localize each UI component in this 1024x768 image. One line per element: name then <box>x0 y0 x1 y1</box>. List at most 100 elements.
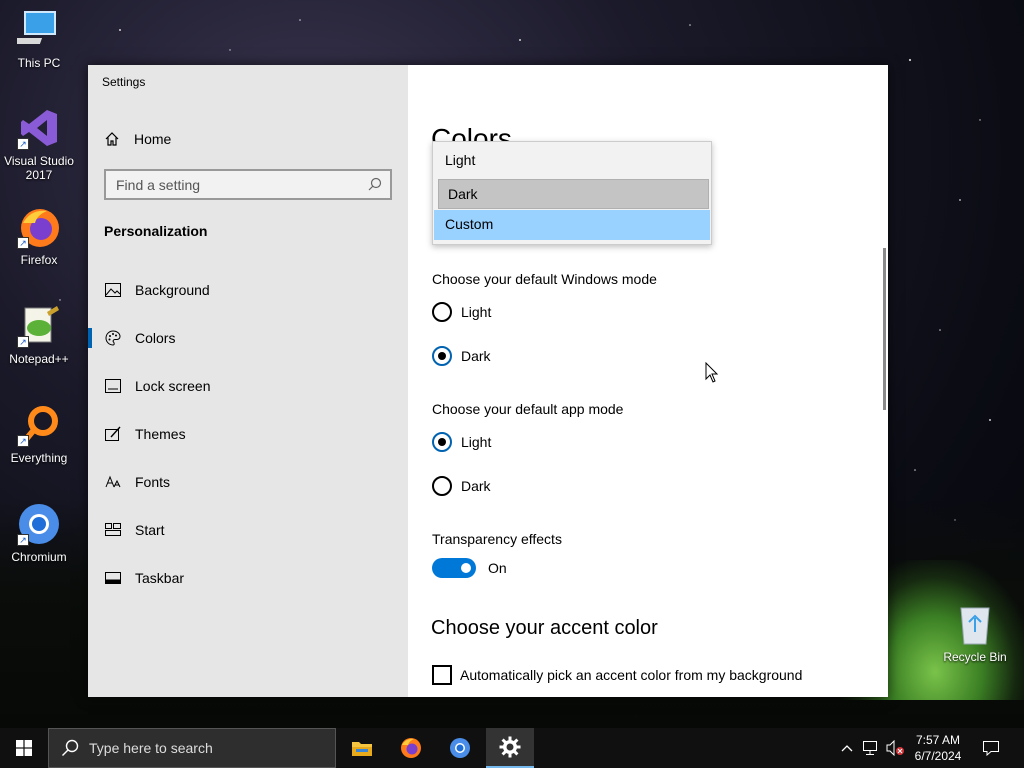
file-explorer-icon <box>352 742 372 756</box>
windows-logo-icon <box>16 740 32 756</box>
windows-mode-light-radio[interactable]: Light <box>432 302 491 322</box>
sidebar-item-colors[interactable]: Colors <box>88 320 408 356</box>
lock-screen-icon <box>104 377 122 395</box>
toggle-track <box>432 558 476 578</box>
color-mode-dropdown-list[interactable]: Light Dark Custom <box>432 141 712 245</box>
desktop-icon-firefox[interactable]: ↗ Firefox <box>0 205 78 267</box>
desktop-icon-this-pc[interactable]: This PC <box>0 8 78 70</box>
firefox-icon: ↗ <box>17 205 61 249</box>
recycle-bin-icon <box>953 602 997 646</box>
everything-icon: ↗ <box>17 403 61 447</box>
clock-date: 6/7/2024 <box>914 749 962 763</box>
radio-circle <box>432 302 452 322</box>
chevron-up-icon <box>841 745 853 752</box>
taskbar-settings[interactable] <box>486 728 534 768</box>
desktop-icon-visual-studio[interactable]: ↗ Visual Studio 2017 <box>0 106 78 182</box>
volume-muted-icon <box>886 740 904 756</box>
this-pc-icon <box>13 8 61 52</box>
find-setting-input[interactable]: Find a setting <box>104 169 392 200</box>
firefox-icon <box>401 738 421 758</box>
desktop-icon-label: Everything <box>10 451 68 465</box>
shortcut-arrow-icon: ↗ <box>17 435 29 447</box>
checkbox-label: Automatically pick an accent color from … <box>460 667 803 683</box>
sidebar-item-label: Themes <box>135 426 186 442</box>
app-mode-heading: Choose your default app mode <box>432 401 624 417</box>
radio-circle-selected <box>432 432 452 452</box>
sidebar-item-lock-screen[interactable]: Lock screen <box>88 368 408 404</box>
search-icon <box>368 177 382 191</box>
desktop-icon-label: Notepad++ <box>9 352 69 366</box>
taskbar-chromium[interactable] <box>436 728 484 768</box>
transparency-toggle[interactable]: On <box>432 558 507 578</box>
sidebar-item-fonts[interactable]: Fonts <box>88 464 408 500</box>
themes-icon <box>104 425 122 443</box>
search-icon <box>62 739 79 756</box>
desktop-icon-label: Chromium <box>11 550 67 564</box>
chromium-icon: ↗ <box>17 502 61 546</box>
app-mode-light-radio[interactable]: Light <box>432 432 491 452</box>
desktop-icon-chromium[interactable]: ↗ Chromium <box>0 502 78 564</box>
sidebar-item-themes[interactable]: Themes <box>88 416 408 452</box>
shortcut-arrow-icon: ↗ <box>17 534 29 546</box>
radio-label: Dark <box>461 348 491 364</box>
visual-studio-icon: ↗ <box>17 106 61 150</box>
tray-overflow-button[interactable] <box>838 728 856 768</box>
background-icon <box>104 281 122 299</box>
sidebar-item-background[interactable]: Background <box>88 272 408 308</box>
taskbar-file-explorer[interactable] <box>338 728 386 768</box>
section-label: Personalization <box>104 223 208 239</box>
tray-network-button[interactable] <box>860 728 882 768</box>
sidebar-item-label: Colors <box>135 330 176 346</box>
radio-label: Light <box>461 304 492 320</box>
taskbar-firefox[interactable] <box>387 728 435 768</box>
app-mode-dark-radio[interactable]: Dark <box>432 476 491 496</box>
accent-heading: Choose your accent color <box>431 617 658 639</box>
toggle-state-label: On <box>488 560 507 576</box>
dropdown-option-light[interactable]: Light <box>434 146 710 176</box>
sidebar-item-label: Taskbar <box>135 570 185 586</box>
sidebar-item-home[interactable]: Home <box>104 128 171 150</box>
sidebar-item-label: Fonts <box>135 474 171 490</box>
radio-circle <box>432 476 452 496</box>
sidebar-item-label: Lock screen <box>135 378 211 394</box>
chromium-icon <box>450 738 470 758</box>
window-title: Settings <box>102 75 146 89</box>
taskbar-icon <box>104 569 122 587</box>
radio-label: Light <box>461 434 492 450</box>
shortcut-arrow-icon: ↗ <box>17 336 29 348</box>
tray-volume-button[interactable] <box>884 728 906 768</box>
desktop-icon-label: Visual Studio 2017 <box>4 154 74 182</box>
content-scrollbar[interactable] <box>883 248 886 410</box>
radio-label: Dark <box>461 478 491 494</box>
notification-icon <box>983 741 999 756</box>
windows-mode-dark-radio[interactable]: Dark <box>432 346 491 366</box>
sidebar-item-start[interactable]: Start <box>88 512 408 548</box>
desktop-icon-notepad-plus-plus[interactable]: ↗ Notepad++ <box>0 304 78 366</box>
palette-icon <box>104 329 122 347</box>
start-icon <box>104 521 122 539</box>
taskbar-clock[interactable]: 7:57 AM 6/7/2024 <box>908 732 968 764</box>
mouse-cursor-icon <box>705 362 719 383</box>
shortcut-arrow-icon: ↗ <box>17 138 29 150</box>
sidebar-item-taskbar[interactable]: Taskbar <box>88 560 408 596</box>
fonts-icon <box>104 473 122 491</box>
toggle-knob <box>461 563 471 573</box>
radio-circle-selected <box>432 346 452 366</box>
taskbar-search-placeholder: Type here to search <box>89 740 213 756</box>
action-center-button[interactable] <box>976 728 1006 768</box>
settings-icon <box>499 736 521 758</box>
taskbar-search-box[interactable]: Type here to search <box>48 728 336 768</box>
sidebar-home-label: Home <box>134 131 172 147</box>
desktop-icon-recycle-bin[interactable]: Recycle Bin <box>936 602 1014 664</box>
desktop-icon-everything[interactable]: ↗ Everything <box>0 403 78 465</box>
clock-time: 7:57 AM <box>915 733 961 747</box>
notepad-plus-plus-icon: ↗ <box>17 304 61 348</box>
start-button[interactable] <box>0 728 48 768</box>
transparency-heading: Transparency effects <box>432 531 562 547</box>
dropdown-option-custom[interactable]: Custom <box>434 210 710 240</box>
auto-accent-checkbox[interactable]: Automatically pick an accent color from … <box>432 665 802 685</box>
shortcut-arrow-icon: ↗ <box>17 237 29 249</box>
sidebar-item-label: Background <box>135 282 210 298</box>
taskbar: Type here to search 7:57 AM 6/7/2024 <box>0 728 1024 768</box>
dropdown-option-dark[interactable]: Dark <box>438 179 709 209</box>
